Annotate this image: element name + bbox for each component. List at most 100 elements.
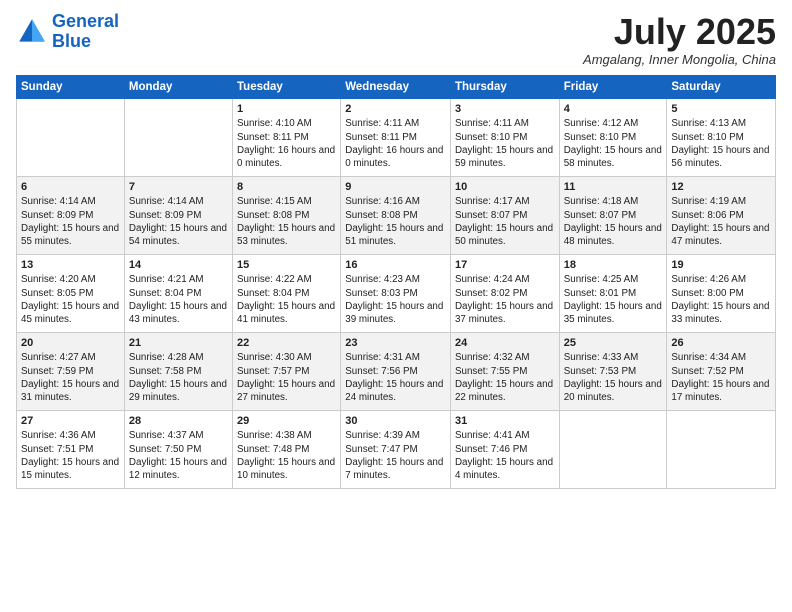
day-number: 19 bbox=[671, 258, 771, 273]
logo-line1: General bbox=[52, 11, 119, 31]
day-cell: 10Sunrise: 4:17 AM Sunset: 8:07 PM Dayli… bbox=[450, 176, 559, 254]
header: General Blue July 2025 Amgalang, Inner M… bbox=[16, 12, 776, 67]
header-row: Sunday Monday Tuesday Wednesday Thursday… bbox=[17, 75, 776, 98]
day-cell: 7Sunrise: 4:14 AM Sunset: 8:09 PM Daylig… bbox=[124, 176, 232, 254]
day-info: Sunrise: 4:21 AM Sunset: 8:04 PM Dayligh… bbox=[129, 273, 228, 326]
day-number: 3 bbox=[455, 102, 555, 117]
day-cell: 23Sunrise: 4:31 AM Sunset: 7:56 PM Dayli… bbox=[341, 332, 451, 410]
day-cell: 28Sunrise: 4:37 AM Sunset: 7:50 PM Dayli… bbox=[124, 410, 232, 488]
day-info: Sunrise: 4:18 AM Sunset: 8:07 PM Dayligh… bbox=[564, 195, 663, 248]
day-info: Sunrise: 4:13 AM Sunset: 8:10 PM Dayligh… bbox=[671, 117, 771, 170]
day-info: Sunrise: 4:28 AM Sunset: 7:58 PM Dayligh… bbox=[129, 351, 228, 404]
day-info: Sunrise: 4:19 AM Sunset: 8:06 PM Dayligh… bbox=[671, 195, 771, 248]
day-number: 2 bbox=[345, 102, 446, 117]
day-cell: 12Sunrise: 4:19 AM Sunset: 8:06 PM Dayli… bbox=[667, 176, 776, 254]
day-number: 20 bbox=[21, 336, 120, 351]
col-friday: Friday bbox=[559, 75, 667, 98]
day-info: Sunrise: 4:14 AM Sunset: 8:09 PM Dayligh… bbox=[129, 195, 228, 248]
logo-text: General Blue bbox=[52, 12, 119, 52]
day-number: 25 bbox=[564, 336, 663, 351]
day-info: Sunrise: 4:23 AM Sunset: 8:03 PM Dayligh… bbox=[345, 273, 446, 326]
day-cell: 22Sunrise: 4:30 AM Sunset: 7:57 PM Dayli… bbox=[233, 332, 341, 410]
calendar-header: Sunday Monday Tuesday Wednesday Thursday… bbox=[17, 75, 776, 98]
day-number: 17 bbox=[455, 258, 555, 273]
week-row-0: 1Sunrise: 4:10 AM Sunset: 8:11 PM Daylig… bbox=[17, 98, 776, 176]
day-cell: 2Sunrise: 4:11 AM Sunset: 8:11 PM Daylig… bbox=[341, 98, 451, 176]
day-number: 24 bbox=[455, 336, 555, 351]
day-info: Sunrise: 4:38 AM Sunset: 7:48 PM Dayligh… bbox=[237, 429, 336, 482]
day-number: 16 bbox=[345, 258, 446, 273]
day-info: Sunrise: 4:27 AM Sunset: 7:59 PM Dayligh… bbox=[21, 351, 120, 404]
day-cell: 4Sunrise: 4:12 AM Sunset: 8:10 PM Daylig… bbox=[559, 98, 667, 176]
day-cell: 27Sunrise: 4:36 AM Sunset: 7:51 PM Dayli… bbox=[17, 410, 125, 488]
day-number: 28 bbox=[129, 414, 228, 429]
day-info: Sunrise: 4:37 AM Sunset: 7:50 PM Dayligh… bbox=[129, 429, 228, 482]
day-cell: 25Sunrise: 4:33 AM Sunset: 7:53 PM Dayli… bbox=[559, 332, 667, 410]
day-info: Sunrise: 4:12 AM Sunset: 8:10 PM Dayligh… bbox=[564, 117, 663, 170]
day-cell: 5Sunrise: 4:13 AM Sunset: 8:10 PM Daylig… bbox=[667, 98, 776, 176]
location: Amgalang, Inner Mongolia, China bbox=[583, 52, 776, 67]
week-row-4: 27Sunrise: 4:36 AM Sunset: 7:51 PM Dayli… bbox=[17, 410, 776, 488]
calendar: Sunday Monday Tuesday Wednesday Thursday… bbox=[16, 75, 776, 489]
day-info: Sunrise: 4:25 AM Sunset: 8:01 PM Dayligh… bbox=[564, 273, 663, 326]
page: General Blue July 2025 Amgalang, Inner M… bbox=[0, 0, 792, 612]
day-number: 26 bbox=[671, 336, 771, 351]
day-cell: 19Sunrise: 4:26 AM Sunset: 8:00 PM Dayli… bbox=[667, 254, 776, 332]
day-info: Sunrise: 4:31 AM Sunset: 7:56 PM Dayligh… bbox=[345, 351, 446, 404]
day-info: Sunrise: 4:20 AM Sunset: 8:05 PM Dayligh… bbox=[21, 273, 120, 326]
day-info: Sunrise: 4:32 AM Sunset: 7:55 PM Dayligh… bbox=[455, 351, 555, 404]
day-info: Sunrise: 4:26 AM Sunset: 8:00 PM Dayligh… bbox=[671, 273, 771, 326]
col-tuesday: Tuesday bbox=[233, 75, 341, 98]
day-info: Sunrise: 4:15 AM Sunset: 8:08 PM Dayligh… bbox=[237, 195, 336, 248]
day-info: Sunrise: 4:33 AM Sunset: 7:53 PM Dayligh… bbox=[564, 351, 663, 404]
day-number: 31 bbox=[455, 414, 555, 429]
day-info: Sunrise: 4:11 AM Sunset: 8:11 PM Dayligh… bbox=[345, 117, 446, 170]
day-info: Sunrise: 4:14 AM Sunset: 8:09 PM Dayligh… bbox=[21, 195, 120, 248]
day-cell: 15Sunrise: 4:22 AM Sunset: 8:04 PM Dayli… bbox=[233, 254, 341, 332]
day-cell bbox=[667, 410, 776, 488]
logo-line2: Blue bbox=[52, 31, 91, 51]
day-number: 1 bbox=[237, 102, 336, 117]
day-cell: 11Sunrise: 4:18 AM Sunset: 8:07 PM Dayli… bbox=[559, 176, 667, 254]
month-title: July 2025 bbox=[583, 12, 776, 52]
logo-icon bbox=[16, 16, 48, 48]
day-info: Sunrise: 4:41 AM Sunset: 7:46 PM Dayligh… bbox=[455, 429, 555, 482]
day-cell: 13Sunrise: 4:20 AM Sunset: 8:05 PM Dayli… bbox=[17, 254, 125, 332]
day-number: 12 bbox=[671, 180, 771, 195]
day-cell: 1Sunrise: 4:10 AM Sunset: 8:11 PM Daylig… bbox=[233, 98, 341, 176]
day-cell bbox=[17, 98, 125, 176]
day-number: 11 bbox=[564, 180, 663, 195]
day-cell: 14Sunrise: 4:21 AM Sunset: 8:04 PM Dayli… bbox=[124, 254, 232, 332]
day-number: 14 bbox=[129, 258, 228, 273]
day-info: Sunrise: 4:36 AM Sunset: 7:51 PM Dayligh… bbox=[21, 429, 120, 482]
day-cell bbox=[124, 98, 232, 176]
day-cell: 30Sunrise: 4:39 AM Sunset: 7:47 PM Dayli… bbox=[341, 410, 451, 488]
day-cell: 31Sunrise: 4:41 AM Sunset: 7:46 PM Dayli… bbox=[450, 410, 559, 488]
day-number: 7 bbox=[129, 180, 228, 195]
day-number: 27 bbox=[21, 414, 120, 429]
day-number: 15 bbox=[237, 258, 336, 273]
day-cell: 21Sunrise: 4:28 AM Sunset: 7:58 PM Dayli… bbox=[124, 332, 232, 410]
day-info: Sunrise: 4:34 AM Sunset: 7:52 PM Dayligh… bbox=[671, 351, 771, 404]
calendar-body: 1Sunrise: 4:10 AM Sunset: 8:11 PM Daylig… bbox=[17, 98, 776, 488]
day-info: Sunrise: 4:24 AM Sunset: 8:02 PM Dayligh… bbox=[455, 273, 555, 326]
day-cell: 24Sunrise: 4:32 AM Sunset: 7:55 PM Dayli… bbox=[450, 332, 559, 410]
day-cell: 29Sunrise: 4:38 AM Sunset: 7:48 PM Dayli… bbox=[233, 410, 341, 488]
col-wednesday: Wednesday bbox=[341, 75, 451, 98]
day-cell bbox=[559, 410, 667, 488]
day-number: 5 bbox=[671, 102, 771, 117]
day-info: Sunrise: 4:16 AM Sunset: 8:08 PM Dayligh… bbox=[345, 195, 446, 248]
day-number: 21 bbox=[129, 336, 228, 351]
day-cell: 20Sunrise: 4:27 AM Sunset: 7:59 PM Dayli… bbox=[17, 332, 125, 410]
day-number: 9 bbox=[345, 180, 446, 195]
day-info: Sunrise: 4:17 AM Sunset: 8:07 PM Dayligh… bbox=[455, 195, 555, 248]
day-info: Sunrise: 4:30 AM Sunset: 7:57 PM Dayligh… bbox=[237, 351, 336, 404]
day-cell: 18Sunrise: 4:25 AM Sunset: 8:01 PM Dayli… bbox=[559, 254, 667, 332]
day-number: 18 bbox=[564, 258, 663, 273]
day-number: 22 bbox=[237, 336, 336, 351]
day-cell: 6Sunrise: 4:14 AM Sunset: 8:09 PM Daylig… bbox=[17, 176, 125, 254]
day-cell: 17Sunrise: 4:24 AM Sunset: 8:02 PM Dayli… bbox=[450, 254, 559, 332]
col-sunday: Sunday bbox=[17, 75, 125, 98]
title-block: July 2025 Amgalang, Inner Mongolia, Chin… bbox=[583, 12, 776, 67]
day-cell: 16Sunrise: 4:23 AM Sunset: 8:03 PM Dayli… bbox=[341, 254, 451, 332]
